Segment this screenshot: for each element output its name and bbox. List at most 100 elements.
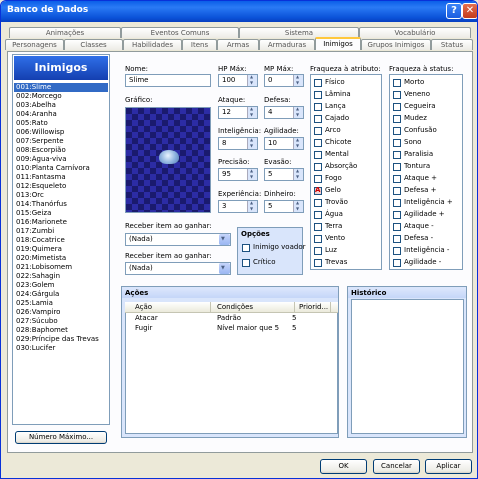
item-drop-2-select[interactable]: (Nada) <box>125 262 231 275</box>
element-checkbox[interactable]: A Gelo <box>314 186 341 195</box>
list-item[interactable]: 021:Lobisomem <box>14 263 108 272</box>
chevron-down-icon[interactable] <box>219 263 230 274</box>
evasion-stepper[interactable]: 5 <box>264 168 304 181</box>
state-checkbox[interactable]: Ataque + <box>393 174 437 183</box>
element-checkbox[interactable]: Absorção <box>314 162 357 171</box>
state-checkbox[interactable]: Defesa + <box>393 186 437 195</box>
flying-enemy-checkbox[interactable]: Inimigo voador <box>242 243 305 252</box>
list-item[interactable]: 006:Willowisp <box>14 128 108 137</box>
element-checkbox[interactable]: Trevas <box>314 258 347 267</box>
tab-personagens[interactable]: Personagens <box>5 39 64 50</box>
cancel-button[interactable]: Cancelar <box>373 459 420 474</box>
list-item[interactable]: 010:Planta Carnívora <box>14 164 108 173</box>
list-item[interactable]: 009:Água-viva <box>14 155 108 164</box>
list-item[interactable]: 026:Vampiro <box>14 308 108 317</box>
tab-vocabulario[interactable]: Vocabulário <box>359 27 471 38</box>
list-item[interactable]: 019:Quimera <box>14 245 108 254</box>
chevron-down-icon[interactable] <box>219 234 230 245</box>
hp-spin-arrows[interactable] <box>247 74 257 86</box>
close-button[interactable]: ✕ <box>462 3 477 19</box>
tab-grupos-inimigos[interactable]: Grupos Inimigos <box>361 39 431 50</box>
element-checkbox[interactable]: Vento <box>314 234 345 243</box>
max-number-button[interactable]: Número Máximo... <box>15 431 107 444</box>
element-checkbox[interactable]: Terra <box>314 222 342 231</box>
list-item[interactable]: 014:Thanórfus <box>14 200 108 209</box>
list-item[interactable]: 015:Geiza <box>14 209 108 218</box>
intelligence-stepper[interactable]: 8 <box>218 137 258 150</box>
tab-classes[interactable]: Classes <box>64 39 123 50</box>
state-checkbox[interactable]: Paralisia <box>393 150 433 159</box>
tab-armas[interactable]: Armas <box>217 39 259 50</box>
element-checkbox[interactable]: Arco <box>314 126 341 135</box>
tab-armaduras[interactable]: Armaduras <box>259 39 315 50</box>
evasion-spin-arrows[interactable] <box>293 168 303 180</box>
table-row[interactable]: Atacar Padrão 5 <box>125 314 338 323</box>
list-item[interactable]: 007:Serpente <box>14 137 108 146</box>
apply-button[interactable]: Aplicar <box>425 459 472 474</box>
state-checkbox[interactable]: Tontura <box>393 162 430 171</box>
mp-spin-arrows[interactable] <box>293 74 303 86</box>
defense-stepper[interactable]: 4 <box>264 106 304 119</box>
list-item[interactable]: 011:Fantasma <box>14 173 108 182</box>
ok-button[interactable]: OK <box>320 459 367 474</box>
column-conditions[interactable]: Condições <box>211 302 295 313</box>
accuracy-stepper[interactable]: 95 <box>218 168 258 181</box>
gold-spin-arrows[interactable] <box>293 200 303 212</box>
state-checkbox[interactable]: Morto <box>393 78 424 87</box>
list-item[interactable]: 023:Golem <box>14 281 108 290</box>
list-item[interactable]: 004:Aranha <box>14 110 108 119</box>
state-checkbox[interactable]: Inteligência + <box>393 198 453 207</box>
enemy-list[interactable]: Inimigos 001:Slime 002:Morcego 003:Abelha 0… <box>12 54 110 425</box>
history-textarea[interactable] <box>351 299 464 434</box>
list-item[interactable]: 018:Cocatrice <box>14 236 108 245</box>
agility-spin-arrows[interactable] <box>293 137 303 149</box>
list-item[interactable]: 030:Lucifer <box>14 344 108 353</box>
gold-stepper[interactable]: 5 <box>264 200 304 213</box>
table-row[interactable]: Fugir Nível maior que 5 5 <box>125 324 338 333</box>
tab-eventos-comuns[interactable]: Eventos Comuns <box>121 27 239 38</box>
element-checkbox[interactable]: Fogo <box>314 174 342 183</box>
list-item[interactable]: 016:Marionete <box>14 218 108 227</box>
element-checkbox[interactable]: Físico <box>314 78 345 87</box>
accuracy-spin-arrows[interactable] <box>247 168 257 180</box>
tab-habilidades[interactable]: Habilidades <box>123 39 182 50</box>
list-item[interactable]: 005:Rato <box>14 119 108 128</box>
list-item[interactable]: 013:Orc <box>14 191 108 200</box>
hp-stepper[interactable]: 100 <box>218 74 258 87</box>
element-checkbox[interactable]: Chicote <box>314 138 351 147</box>
list-item[interactable]: 003:Abelha <box>14 101 108 110</box>
list-item[interactable]: 029:Príncipe das Trevas <box>14 335 108 344</box>
list-item[interactable]: 008:Escorpião <box>14 146 108 155</box>
list-item[interactable]: 001:Slime <box>14 83 108 92</box>
state-checkbox[interactable]: Defesa - <box>393 234 433 243</box>
element-checkbox[interactable]: Mental <box>314 150 349 159</box>
intelligence-spin-arrows[interactable] <box>247 137 257 149</box>
item-drop-1-select[interactable]: (Nada) <box>125 233 231 246</box>
state-checkbox[interactable]: Mudez <box>393 114 427 123</box>
state-checkbox[interactable]: Agilidade + <box>393 210 445 219</box>
element-checkbox[interactable]: Lança <box>314 102 346 111</box>
state-checkbox[interactable]: Cegueira <box>393 102 436 111</box>
list-item[interactable]: 024:Gárgula <box>14 290 108 299</box>
experience-spin-arrows[interactable] <box>247 200 257 212</box>
list-item[interactable]: 002:Morcego <box>14 92 108 101</box>
element-checkbox[interactable]: Cajado <box>314 114 349 123</box>
list-item[interactable]: 017:Zumbi <box>14 227 108 236</box>
attack-spin-arrows[interactable] <box>247 106 257 118</box>
tab-itens[interactable]: Itens <box>182 39 217 50</box>
list-item[interactable]: 025:Lamia <box>14 299 108 308</box>
state-checkbox[interactable]: Ataque - <box>393 222 434 231</box>
state-checkbox[interactable]: Confusão <box>393 126 437 135</box>
name-input[interactable]: Slime <box>125 74 211 87</box>
list-item[interactable]: 020:Mimetista <box>14 254 108 263</box>
list-item[interactable]: 022:Sahagin <box>14 272 108 281</box>
list-item[interactable]: 028:Baphomet <box>14 326 108 335</box>
state-checkbox[interactable]: Agilidade - <box>393 258 441 267</box>
tab-animacoes[interactable]: Animações <box>9 27 121 38</box>
state-checkbox[interactable]: Inteligência - <box>393 246 449 255</box>
experience-stepper[interactable]: 3 <box>218 200 258 213</box>
battler-graphic[interactable] <box>125 107 211 213</box>
state-checkbox[interactable]: Sono <box>393 138 421 147</box>
list-item[interactable]: 012:Esqueleto <box>14 182 108 191</box>
element-checkbox[interactable]: Luz <box>314 246 337 255</box>
